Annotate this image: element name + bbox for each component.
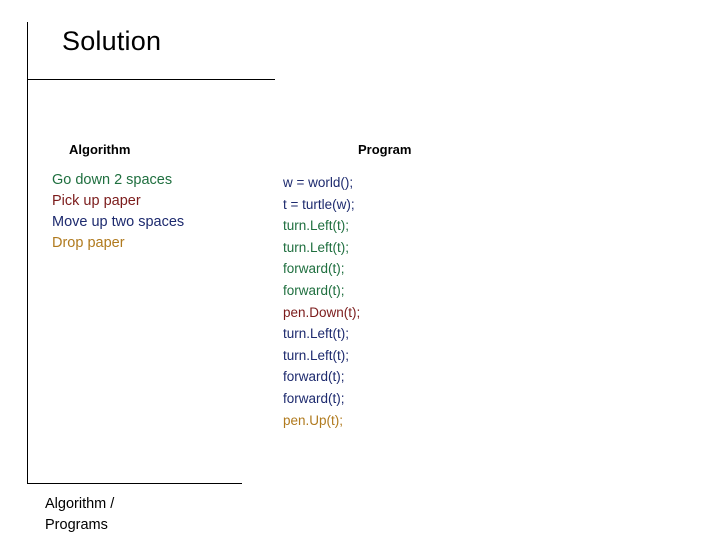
program-code-line: turn.Left(t); [283, 239, 350, 255]
algorithm-step-list: Go down 2 spaces Pick up paper Move up two… [52, 170, 282, 254]
footer-label: Algorithm / Programs [45, 494, 114, 536]
footer-rule [27, 483, 242, 484]
program-code-line: forward(t); [283, 282, 345, 298]
footer-line-1: Algorithm / [45, 496, 115, 512]
column-header-program: Program [358, 142, 412, 157]
program-code-line: pen.Down(t); [283, 304, 361, 320]
program-code-line: forward(t); [283, 369, 345, 385]
program-code-line: forward(t); [283, 261, 345, 277]
program-code-line: forward(t); [283, 390, 345, 406]
title-underline [27, 79, 275, 80]
algorithm-step: Drop paper [52, 235, 125, 251]
algorithm-step: Go down 2 spaces [52, 172, 173, 188]
footer-line-2: Programs [45, 517, 108, 533]
program-code-line: t = turtle(w); [283, 196, 355, 212]
algorithm-step: Move up two spaces [52, 214, 185, 230]
page-title: Solution [62, 26, 162, 56]
program-code-line: pen.Up(t); [283, 412, 344, 428]
algorithm-step: Pick up paper [52, 193, 141, 209]
slide-left-border [27, 22, 28, 484]
column-header-algorithm: Algorithm [69, 142, 131, 157]
program-code-line: turn.Left(t); [283, 326, 350, 342]
program-code-line: turn.Left(t); [283, 218, 350, 234]
program-code-line: turn.Left(t); [283, 347, 350, 363]
program-code-list: w = world(); t = turtle(w); turn.Left(t); t… [283, 172, 503, 431]
program-code-line: w = world(); [283, 175, 354, 190]
